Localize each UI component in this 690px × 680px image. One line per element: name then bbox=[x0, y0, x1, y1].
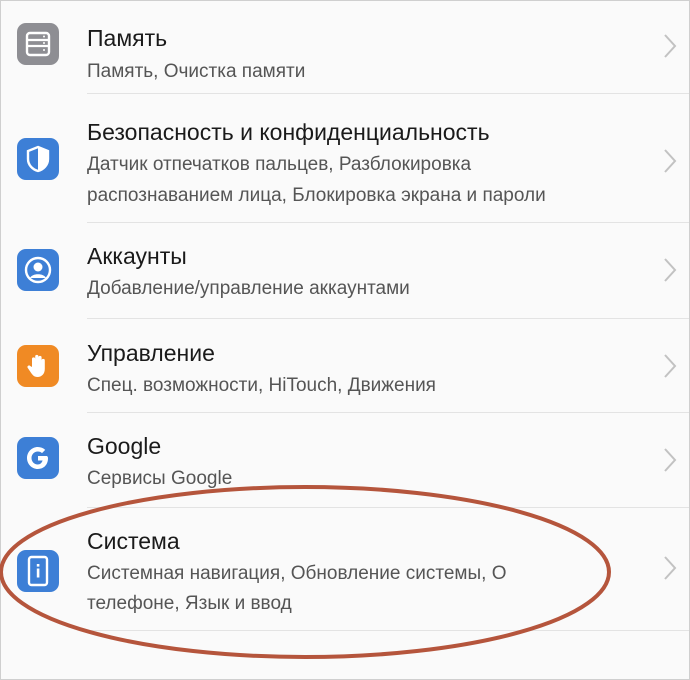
settings-item-title: Безопасность и конфиденциальность bbox=[87, 119, 490, 145]
settings-item-subtitle: Память, Очистка памяти bbox=[87, 61, 306, 82]
phone-info-icon bbox=[17, 550, 59, 592]
settings-item-subtitle-line2: телефоне, Язык и ввод bbox=[87, 593, 292, 614]
settings-item-subtitle: Сервисы Google bbox=[87, 468, 233, 489]
settings-item-title: Управление bbox=[87, 340, 215, 366]
settings-screen: Память Память, Очистка памяти Безопаснос… bbox=[0, 0, 690, 680]
settings-item-control[interactable]: Управление Спец. возможности, HiTouch, Д… bbox=[1, 319, 690, 412]
settings-item-subtitle-line1: Системная навигация, Обновление системы,… bbox=[87, 563, 507, 584]
divider bbox=[87, 630, 689, 631]
settings-item-title: Система bbox=[87, 528, 180, 554]
account-icon bbox=[17, 249, 59, 291]
chevron-right-icon bbox=[664, 354, 677, 378]
settings-item-subtitle: Спец. возможности, HiTouch, Движения bbox=[87, 375, 436, 396]
hand-icon bbox=[17, 345, 59, 387]
chevron-right-icon bbox=[664, 149, 677, 173]
chevron-right-icon bbox=[664, 448, 677, 472]
chevron-right-icon bbox=[664, 34, 677, 58]
settings-item-system[interactable]: Система Системная навигация, Обновление … bbox=[1, 508, 690, 630]
settings-item-google[interactable]: Google Сервисы Google bbox=[1, 413, 690, 507]
settings-item-memory[interactable]: Память Память, Очистка памяти bbox=[1, 1, 690, 93]
settings-item-subtitle: Добавление/управление аккаунтами bbox=[87, 278, 410, 299]
settings-item-subtitle-line1: Датчик отпечатков пальцев, Разблокировка bbox=[87, 154, 472, 175]
settings-item-title: Аккаунты bbox=[87, 243, 187, 269]
settings-item-title: Память bbox=[87, 25, 168, 51]
settings-item-security[interactable]: Безопасность и конфиденциальность Датчик… bbox=[1, 94, 690, 222]
google-icon bbox=[17, 437, 59, 479]
chevron-right-icon bbox=[664, 556, 677, 580]
settings-item-subtitle-line2: распознаванием лица, Блокировка экрана и… bbox=[87, 185, 546, 206]
shield-icon bbox=[17, 138, 59, 180]
settings-item-title: Google bbox=[87, 433, 162, 459]
settings-item-accounts[interactable]: Аккаунты Добавление/управление аккаунтам… bbox=[1, 223, 690, 318]
chevron-right-icon bbox=[664, 258, 677, 282]
storage-icon bbox=[17, 23, 59, 65]
